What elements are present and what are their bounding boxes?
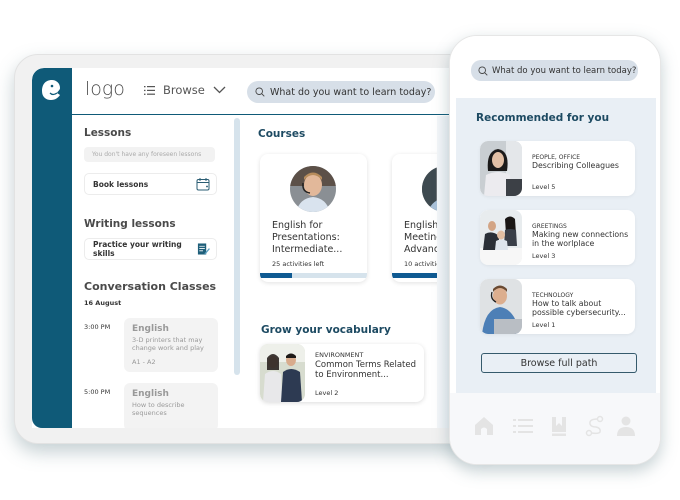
bottom-nav (450, 393, 660, 464)
list-icon (144, 85, 155, 95)
course-title: English for Presentations: Intermediate.… (272, 220, 343, 255)
class-time: 3:00 PM (84, 323, 111, 331)
recommended-level: Level 5 (532, 183, 556, 191)
writing-icon (198, 243, 210, 255)
book-lessons-label: Book lessons (93, 179, 149, 189)
recommended-item-title: Making new connections in the worlplace (532, 230, 629, 248)
class-time: 5:00 PM (84, 388, 111, 396)
phone-search-placeholder: What do you want to learn today? (492, 65, 637, 76)
recommended-card[interactable]: GREETINGS Making new connections in the … (480, 210, 635, 265)
class-description: How to describe sequences (132, 401, 185, 418)
recommended-image (480, 141, 522, 196)
browse-full-path-button[interactable]: Browse full path (481, 353, 637, 373)
recommended-card[interactable]: TECHNOLOGY How to talk about possible cy… (480, 279, 635, 334)
recommended-image (480, 279, 522, 334)
profile-icon[interactable] (615, 415, 637, 437)
home-icon[interactable] (473, 415, 495, 437)
book-lessons-button[interactable]: Book lessons (84, 173, 217, 195)
search-icon (478, 65, 488, 76)
class-card[interactable]: English 3-D printers that may change wor… (124, 318, 218, 372)
top-bar: logo Browse What do you want to learn to… (72, 68, 462, 115)
recommended-item-title: How to talk about possible cybersecurity… (532, 299, 626, 317)
scrollbar[interactable] (234, 118, 240, 375)
class-language: English (132, 324, 169, 334)
vocabulary-title: Grow your vocabulary (261, 324, 391, 336)
vocabulary-level: Level 2 (315, 389, 339, 397)
practice-writing-button[interactable]: Practice your writing skills (84, 238, 217, 260)
practice-writing-label: Practice your writing skills (93, 240, 182, 258)
phone-header: What do you want to learn today? (450, 36, 660, 96)
writing-title: Writing lessons (84, 218, 176, 230)
recommended-level: Level 3 (532, 252, 556, 260)
course-activities: 25 activities left (272, 260, 325, 268)
calendar-icon (196, 178, 210, 191)
recommended-category: PEOPLE, OFFICE (532, 154, 581, 161)
vocabulary-card[interactable]: ENVIRONMENT Common Terms Related to Envi… (260, 344, 424, 402)
search-input[interactable]: What do you want to learn today? (247, 81, 435, 103)
lessons-title: Lessons (84, 127, 132, 139)
conversation-date: 16 August (84, 299, 122, 307)
recommended-category: TECHNOLOGY (532, 292, 574, 299)
recommended-category: GREETINGS (532, 223, 567, 230)
courses-title: Courses (258, 128, 306, 140)
bookmark-icon[interactable] (548, 415, 570, 437)
logo-icon[interactable] (40, 78, 64, 102)
course-progress-fill (260, 273, 293, 278)
path-icon[interactable] (584, 415, 606, 437)
class-level: A1 - A2 (132, 358, 156, 367)
list-icon[interactable] (512, 415, 534, 437)
logo-text[interactable]: logo (85, 78, 125, 100)
recommended-item-title: Describing Colleagues (532, 161, 619, 170)
search-icon (255, 87, 265, 97)
class-description: 3-D printers that may change work and pl… (132, 336, 204, 353)
recommended-card[interactable]: PEOPLE, OFFICE Describing Colleagues Lev… (480, 141, 635, 196)
lessons-column: Lessons You don't have any foreseen less… (72, 116, 234, 428)
recommended-image (480, 210, 522, 265)
recommended-title: Recommended for you (476, 112, 610, 124)
recommended-level: Level 1 (532, 321, 556, 329)
vocabulary-item-title: Common Terms Related to Environment... (315, 360, 416, 381)
course-card[interactable]: English for Presentations: Intermediate.… (260, 154, 367, 282)
class-card[interactable]: English How to describe sequences (124, 383, 218, 428)
browse-label: Browse (163, 83, 205, 97)
phone-frame: What do you want to learn today? Recomme… (449, 35, 661, 465)
empty-lessons-note: You don't have any foreseen lessons (84, 147, 215, 162)
side-rail (32, 68, 72, 428)
phone-search-input[interactable]: What do you want to learn today? (471, 60, 638, 81)
browse-menu[interactable]: Browse (144, 83, 226, 97)
chevron-down-icon (213, 86, 226, 94)
course-avatar-image (290, 166, 336, 212)
search-placeholder: What do you want to learn today? (270, 86, 432, 98)
class-language: English (132, 389, 169, 399)
vocabulary-category: ENVIRONMENT (315, 351, 364, 359)
course-progress-bar (260, 273, 367, 278)
tablet-screen: logo Browse What do you want to learn to… (32, 68, 462, 428)
vocabulary-image (260, 344, 305, 402)
conversation-title: Conversation Classes (84, 280, 217, 293)
